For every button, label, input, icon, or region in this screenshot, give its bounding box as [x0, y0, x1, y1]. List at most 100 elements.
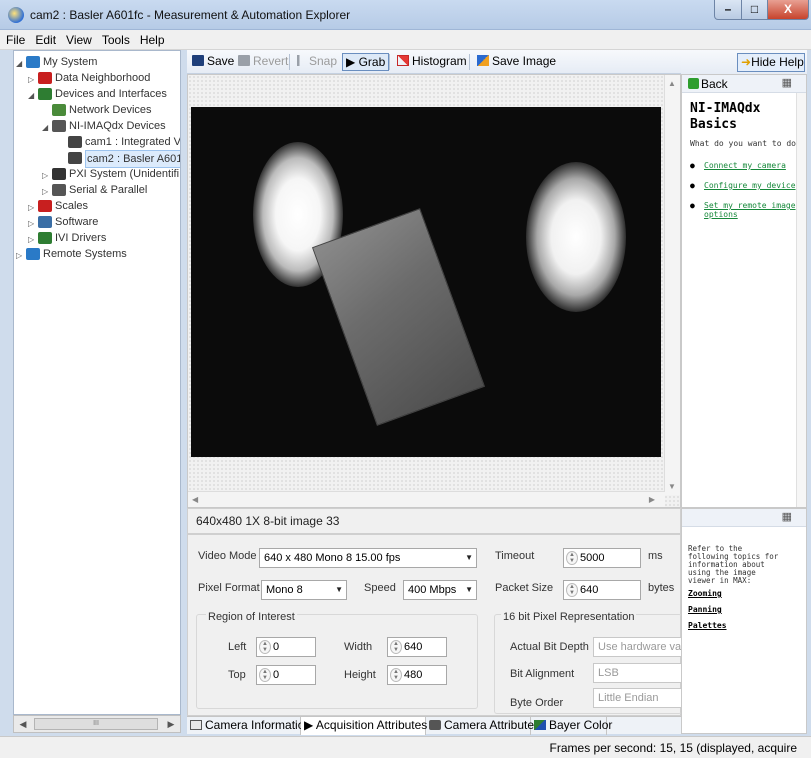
- tree-node-label: IVI Drivers: [55, 232, 107, 244]
- width-input[interactable]: ▲ ▼ 640: [387, 637, 447, 657]
- tree-node-label: NI-IMAQdx Devices: [69, 120, 166, 132]
- tab-acquisition-attributes[interactable]: ▶ Acquisition Attributes: [301, 717, 427, 735]
- menu-edit[interactable]: Edit: [29, 30, 60, 47]
- maximize-button[interactable]: □: [741, 0, 768, 20]
- speed-select[interactable]: 400 Mbps ▼: [403, 580, 477, 600]
- scroll-right-icon[interactable]: ▶: [649, 495, 655, 504]
- menu-help[interactable]: Help: [134, 30, 169, 47]
- tree-node-label: cam1 : Integrated V: [85, 136, 181, 148]
- pxi-icon: [52, 168, 66, 180]
- spin-icon[interactable]: ▲ ▼: [390, 640, 402, 654]
- byte-order-field[interactable]: Little Endian: [593, 688, 682, 708]
- scroll-down-icon[interactable]: ▼: [668, 482, 676, 491]
- spin-icon[interactable]: ▲ ▼: [566, 583, 578, 597]
- save-button[interactable]: Save: [189, 53, 237, 71]
- toolbar-separator: [389, 54, 390, 70]
- actual-bit-depth-field[interactable]: Use hardware value: [593, 637, 682, 657]
- toolbar-separator: [469, 54, 470, 70]
- chevron-down-icon: ▼: [465, 585, 473, 594]
- remote-image-options-link[interactable]: Set my remote image options: [704, 201, 798, 219]
- menu-file[interactable]: File: [0, 30, 29, 47]
- revert-button[interactable]: Revert: [235, 53, 291, 71]
- tree-node[interactable]: ▷ Data Neighborhood: [28, 70, 150, 86]
- tab-camera-information[interactable]: Camera Information: [187, 717, 311, 735]
- scroll-left-icon[interactable]: ◀: [192, 495, 198, 504]
- panning-link[interactable]: Panning: [688, 605, 722, 614]
- grab-button[interactable]: ▶ Grab: [342, 53, 390, 71]
- timeout-input[interactable]: ▲ ▼ 5000: [563, 548, 641, 568]
- tab-camera-attributes[interactable]: Camera Attributes: [426, 717, 540, 735]
- expand-arrow-icon[interactable]: ▷: [16, 248, 26, 264]
- minimize-button[interactable]: –: [714, 0, 742, 20]
- bayer-color-icon: [534, 720, 546, 730]
- spin-icon[interactable]: ▲ ▼: [566, 551, 578, 565]
- snap-button[interactable]: Snap: [294, 53, 340, 71]
- help-icon: ➜: [741, 55, 752, 69]
- bit-alignment-field[interactable]: LSB: [593, 663, 682, 683]
- tree-node[interactable]: ▷ Remote Systems: [16, 246, 127, 264]
- tree-node[interactable]: cam2 : Basler A601: [58, 150, 180, 168]
- configuration-tree[interactable]: ◢ My System ▷ Data Neighborhood ◢ Devices and…: [13, 50, 181, 715]
- image-info-bar: 640x480 1X 8-bit image 33: [187, 508, 681, 534]
- tree-node[interactable]: ◢ Devices and Interfaces: [28, 86, 167, 104]
- zooming-link[interactable]: Zooming: [688, 589, 722, 598]
- packet-size-input[interactable]: ▲ ▼ 640: [563, 580, 641, 600]
- left-input[interactable]: ▲ ▼ 0: [256, 637, 316, 657]
- rectangular-object: [311, 208, 486, 426]
- devices-icon: [38, 88, 52, 100]
- tree-node[interactable]: ▷ Software: [28, 214, 98, 230]
- tree-node[interactable]: cam1 : Integrated V: [58, 134, 180, 150]
- back-button[interactable]: Back: [688, 76, 728, 92]
- scroll-right-icon[interactable]: ▶: [164, 717, 178, 731]
- menu-tools[interactable]: Tools: [96, 30, 134, 47]
- spin-icon[interactable]: ▲ ▼: [259, 668, 271, 682]
- tab-bayer-color[interactable]: Bayer Color: [531, 717, 612, 735]
- histogram-button[interactable]: Histogram: [394, 53, 470, 71]
- palettes-link[interactable]: Palettes: [688, 621, 727, 630]
- tree-node[interactable]: Network Devices: [42, 102, 152, 118]
- tree-node[interactable]: ▷ Serial & Parallel: [42, 182, 147, 198]
- tree-node[interactable]: ▷ Scales: [28, 198, 88, 214]
- hide-help-button[interactable]: ➜Hide Help: [737, 53, 805, 72]
- spin-icon[interactable]: ▲ ▼: [259, 640, 271, 654]
- collapse-arrow-icon[interactable]: ◢: [28, 88, 38, 104]
- help-toolbar: ➜Hide Help: [681, 50, 807, 74]
- revert-icon: [238, 55, 250, 66]
- tree-node[interactable]: ▷ PXI System (Unidentifi: [42, 166, 179, 182]
- viewer-horizontal-scrollbar[interactable]: ◀ ▶: [188, 491, 665, 507]
- collapse-arrow-icon[interactable]: ◢: [16, 56, 26, 72]
- tree-node[interactable]: ▷ IVI Drivers: [28, 230, 106, 246]
- camera-image[interactable]: [191, 107, 661, 457]
- byte-order-label: Byte Order: [510, 697, 564, 709]
- connect-camera-link[interactable]: Connect my camera: [704, 161, 798, 170]
- speed-label: Speed: [364, 582, 396, 594]
- scroll-left-icon[interactable]: ◀: [16, 717, 30, 731]
- help-topics-header: ▦: [682, 509, 806, 527]
- pixel-format-select[interactable]: Mono 8 ▼: [261, 580, 347, 600]
- collapse-arrow-icon[interactable]: ◢: [42, 120, 52, 136]
- tree-node-label: Scales: [55, 200, 89, 212]
- image-viewer[interactable]: ▲ ▼ ◀ ▶: [187, 74, 681, 508]
- scroll-thumb[interactable]: III: [34, 718, 158, 730]
- video-mode-select[interactable]: 640 x 480 Mono 8 15.00 fps ▼: [259, 548, 477, 568]
- configure-device-link[interactable]: Configure my device: [704, 181, 798, 190]
- tree-node-label: Network Devices: [69, 104, 152, 116]
- scroll-up-icon[interactable]: ▲: [668, 79, 676, 88]
- tree-horizontal-scrollbar[interactable]: ◀ III ▶: [13, 715, 181, 733]
- menu-view[interactable]: View: [60, 30, 96, 47]
- acquisition-settings-panel: Video Mode 640 x 480 Mono 8 15.00 fps ▼ T…: [187, 534, 682, 716]
- close-button[interactable]: X: [767, 0, 809, 20]
- pane-layout-icon[interactable]: ▦: [782, 510, 792, 523]
- histogram-icon: [397, 55, 409, 66]
- tree-node[interactable]: ◢ My System: [16, 54, 97, 72]
- serial-icon: [52, 184, 66, 196]
- pane-layout-icon[interactable]: ▦: [782, 75, 792, 91]
- spin-icon[interactable]: ▲ ▼: [390, 668, 402, 682]
- help-pane: Back ▦ NI-IMAQdx Basics What do you want…: [681, 74, 807, 508]
- top-input[interactable]: ▲ ▼ 0: [256, 665, 316, 685]
- height-input[interactable]: ▲ ▼ 480: [387, 665, 447, 685]
- viewer-vertical-scrollbar[interactable]: ▲ ▼: [664, 75, 680, 495]
- save-image-button[interactable]: Save Image: [474, 53, 559, 71]
- help-scrollbar[interactable]: [796, 93, 806, 507]
- tree-node[interactable]: ◢ NI-IMAQdx Devices: [42, 118, 166, 136]
